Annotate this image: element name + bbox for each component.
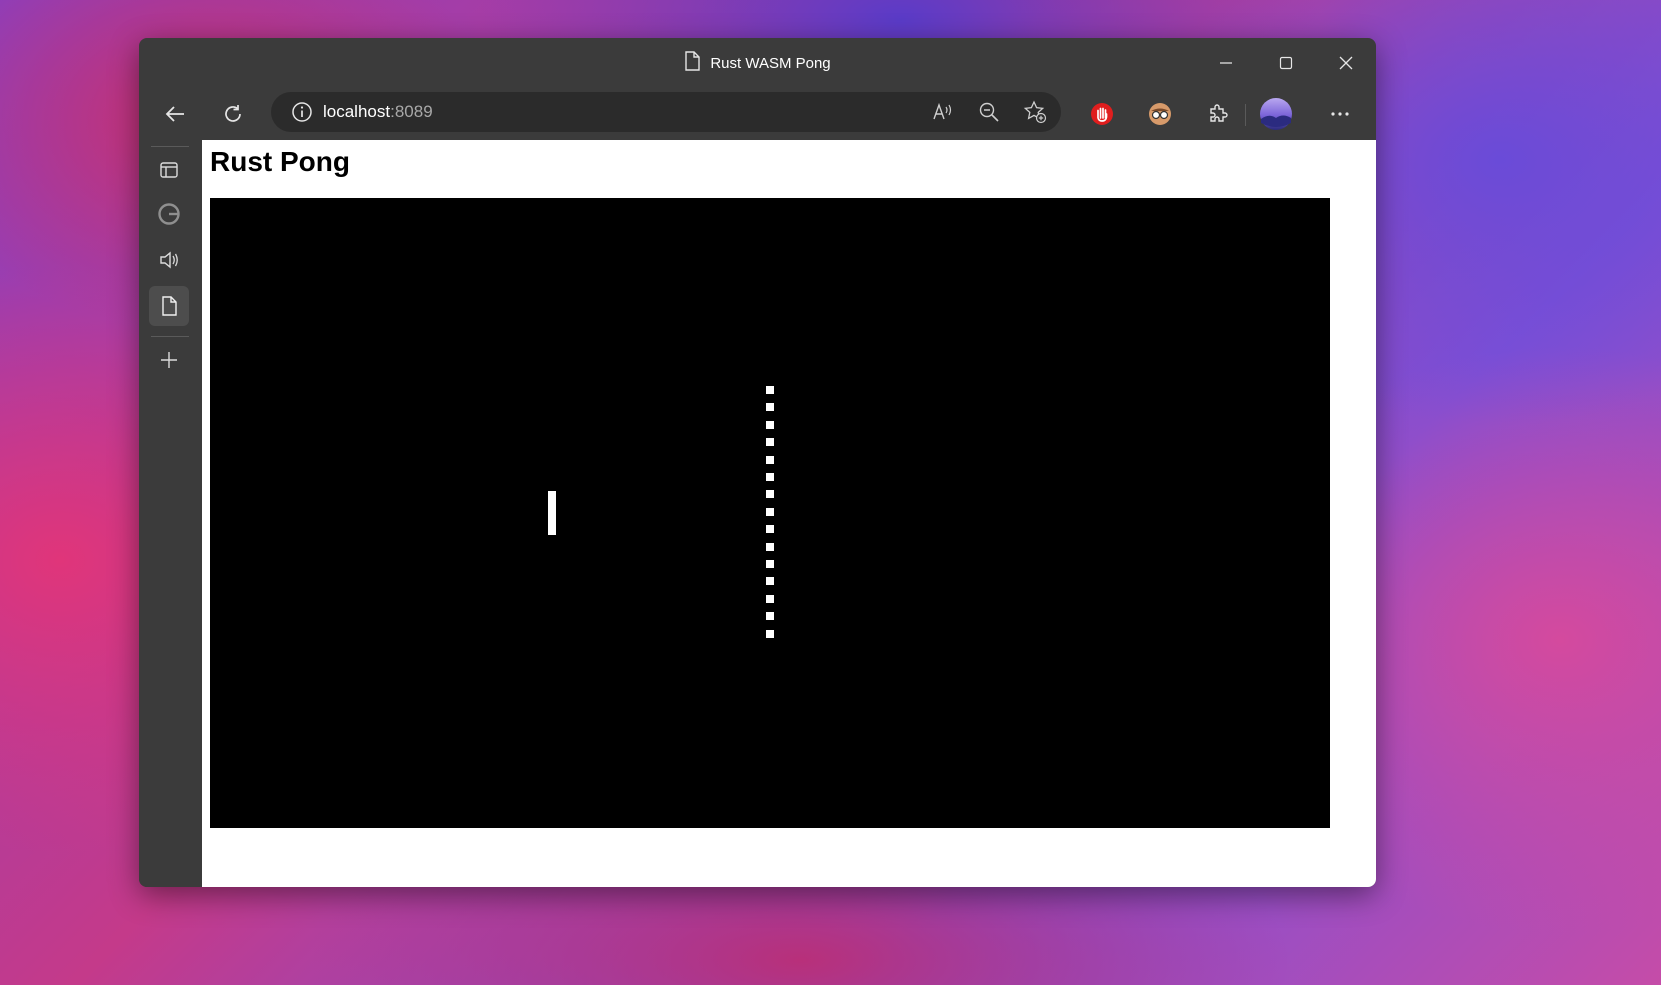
read-aloud-button[interactable] xyxy=(925,94,961,130)
url-text[interactable]: localhost:8089 xyxy=(323,102,433,122)
google-icon xyxy=(158,203,180,225)
puzzle-icon xyxy=(1210,104,1228,122)
profile-button[interactable] xyxy=(1258,96,1294,132)
tab-actions-icon xyxy=(160,162,178,178)
toolbar-divider xyxy=(1245,104,1246,126)
profile-avatar xyxy=(1260,98,1292,130)
net-segment xyxy=(766,612,774,621)
adblock-hand-icon xyxy=(1091,103,1113,125)
more-menu-button[interactable] xyxy=(1322,96,1358,132)
maximize-icon xyxy=(1279,56,1293,70)
window-controls xyxy=(1196,38,1376,88)
glasses-extension-button[interactable] xyxy=(1142,96,1178,132)
sidebar-divider xyxy=(151,336,189,337)
net-segment xyxy=(766,386,774,394)
address-bar[interactable]: localhost:8089 xyxy=(271,92,1061,132)
address-bar-actions xyxy=(925,94,1053,130)
extension-glasses-icon xyxy=(1149,103,1171,125)
net-segment xyxy=(766,525,774,534)
url-port: :8089 xyxy=(390,102,433,121)
zoom-out-button[interactable] xyxy=(971,94,1007,130)
net-segment xyxy=(766,560,774,568)
adblock-extension-button[interactable] xyxy=(1084,96,1120,132)
minimize-button[interactable] xyxy=(1196,38,1256,88)
more-dots-icon xyxy=(1331,112,1349,116)
url-host: localhost xyxy=(323,102,391,121)
tab-actions-button[interactable] xyxy=(149,150,189,190)
title-bar: Rust WASM Pong xyxy=(139,38,1376,88)
net-segment xyxy=(766,542,774,551)
net-segment xyxy=(766,490,774,499)
document-icon xyxy=(162,296,177,316)
minimize-icon xyxy=(1220,62,1232,64)
maximize-button[interactable] xyxy=(1256,38,1316,88)
net-segment xyxy=(766,577,774,586)
sidebar-page-button[interactable] xyxy=(149,286,189,326)
extensions-button[interactable] xyxy=(1200,96,1236,132)
left-paddle xyxy=(548,491,556,535)
add-favorite-icon xyxy=(1023,100,1047,124)
page-title: Rust Pong xyxy=(210,146,350,177)
back-button[interactable] xyxy=(157,96,193,132)
refresh-button[interactable] xyxy=(215,96,251,132)
sidebar-divider xyxy=(151,146,189,147)
page-viewport: Rust Pong xyxy=(202,140,1376,887)
plus-icon xyxy=(161,352,177,368)
net-segment xyxy=(766,594,774,603)
sidebar-google-button[interactable] xyxy=(149,194,189,234)
speaker-icon xyxy=(160,251,178,269)
sidebar-audio-button[interactable] xyxy=(149,240,189,280)
net-segment xyxy=(766,420,774,429)
net-segment xyxy=(766,455,774,464)
net-segment xyxy=(766,507,774,516)
vertical-sidebar xyxy=(139,140,202,887)
browser-window: Rust WASM Pong localhost:8089 Rust Pong xyxy=(139,38,1376,887)
net-segment xyxy=(766,629,774,638)
pong-canvas[interactable] xyxy=(210,198,1330,828)
zoom-out-icon xyxy=(979,102,999,122)
back-arrow-icon xyxy=(165,106,184,122)
close-icon xyxy=(1339,56,1353,70)
tab-title: Rust WASM Pong xyxy=(710,54,831,72)
refresh-icon xyxy=(225,105,241,122)
read-aloud-icon xyxy=(933,102,952,120)
tab-title-group[interactable]: Rust WASM Pong xyxy=(684,51,831,75)
document-icon xyxy=(684,51,701,75)
add-favorite-button[interactable] xyxy=(1017,94,1053,130)
sidebar-add-button[interactable] xyxy=(149,340,189,380)
net-segment xyxy=(766,438,774,447)
site-info-button[interactable] xyxy=(291,101,313,123)
net-segment xyxy=(766,403,774,412)
close-button[interactable] xyxy=(1316,38,1376,88)
info-icon xyxy=(292,102,312,122)
net-segment xyxy=(766,473,774,481)
